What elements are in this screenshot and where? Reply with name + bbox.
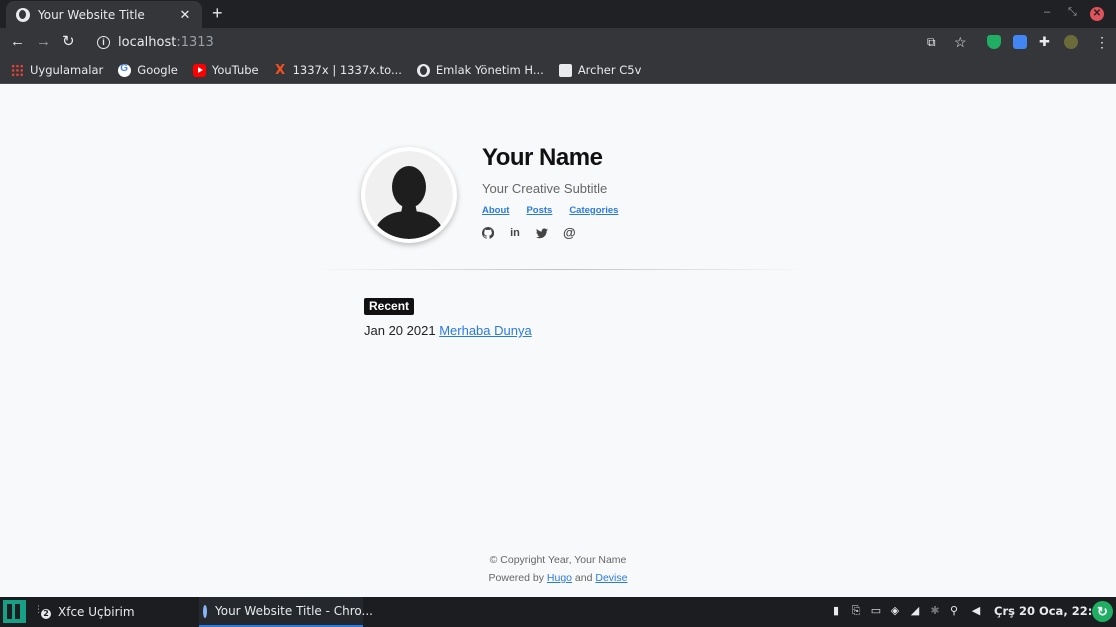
footer-and: and (574, 572, 593, 584)
terminal-icon: ⋮ 2 (34, 605, 51, 619)
nav-about-link[interactable]: About (482, 205, 509, 216)
x-icon: X (275, 62, 286, 78)
network-icon[interactable]: ◢ (908, 604, 922, 618)
recent-heading: Recent (364, 298, 415, 315)
tab-title: Your Website Title (38, 7, 145, 22)
globe-icon (16, 7, 30, 22)
google-translate-extension-icon[interactable] (1013, 35, 1027, 49)
post-date: Jan 20 2021 (364, 323, 436, 338)
globe-icon (416, 63, 430, 77)
nav-posts-link[interactable]: Posts (526, 205, 552, 216)
bookmarks-bar: Uygulamalar Google YouTube X 1337x | 133… (0, 57, 1116, 84)
restore-icon[interactable]: ⤡ (1068, 6, 1077, 19)
site-nav: About Posts Categories (482, 205, 635, 216)
session-power-icon[interactable]: ↻ (1092, 601, 1113, 622)
browser-toolbar: ← → ↻ i localhost:1313 ⧉ ☆ ✚ ⋮ (0, 28, 1116, 57)
bookmark-youtube[interactable]: YouTube (192, 63, 259, 77)
task-browser[interactable]: Your Website Title - Chro... (199, 597, 373, 627)
browser-tab[interactable]: Your Website Title ✕ (6, 1, 202, 28)
bookmark-google[interactable]: Google (118, 63, 178, 77)
url-port: :1313 (176, 35, 214, 50)
browser-tab-bar: Your Website Title ✕ + – ⤡ ✕ (0, 0, 1116, 28)
taskbar: ⋮ 2 Xfce Uçbirim Your Website Title - Chr… (0, 597, 1116, 627)
linkedin-icon[interactable]: in (509, 227, 521, 239)
bookmark-label: Emlak Yönetim H... (435, 63, 544, 77)
bookmark-label: YouTube (211, 63, 259, 77)
twitter-icon[interactable] (536, 227, 548, 239)
shield-tray-icon[interactable]: ◈ (888, 604, 902, 618)
tab-close-icon[interactable]: ✕ (178, 7, 192, 23)
apps-grid-icon (11, 63, 24, 77)
footer-copyright: © Copyright Year, Your Name (489, 554, 627, 566)
bookmark-emlak[interactable]: Emlak Yönetim H... (416, 63, 544, 77)
minimize-icon[interactable]: – (1044, 6, 1050, 18)
task-browser-label: Your Website Title - Chro... (215, 604, 373, 618)
terminal-count-badge: 2 (41, 609, 51, 619)
email-icon[interactable]: @ (563, 226, 576, 239)
web-page: Your Name Your Creative Subtitle About P… (0, 85, 1116, 597)
url-host: localhost (118, 35, 177, 50)
clipboard-icon[interactable]: ⎘ (849, 604, 863, 618)
task-terminal[interactable]: ⋮ 2 Xfce Uçbirim (34, 597, 184, 627)
task-terminal-label: Xfce Uçbirim (58, 605, 135, 619)
address-bar[interactable]: i localhost:1313 (88, 31, 913, 54)
translate-icon[interactable]: ⧉ (927, 33, 936, 51)
bookmark-1337x[interactable]: X 1337x | 1337x.to... (274, 63, 402, 77)
bookmark-archer[interactable]: Archer C5v (558, 63, 642, 77)
whisker-menu-button[interactable] (3, 600, 26, 623)
display-icon[interactable]: ▭ (869, 604, 883, 618)
location-icon[interactable]: ⚲ (947, 604, 961, 618)
post-title-link[interactable]: Merhaba Dunya (439, 323, 532, 338)
header-divider (310, 269, 810, 270)
volume-icon[interactable]: ◀ (969, 604, 983, 618)
window-close-icon[interactable]: ✕ (1090, 7, 1104, 21)
social-links: in @ (482, 226, 590, 239)
person-silhouette-icon (373, 166, 445, 239)
bookmark-label: Archer C5v (577, 63, 642, 77)
footer-powered-by: Powered by Hugo and Devise (0, 572, 1116, 584)
github-icon[interactable] (482, 227, 494, 239)
forward-arrow-icon[interactable]: → (36, 33, 51, 51)
hugo-link[interactable]: Hugo (547, 572, 572, 584)
devise-link[interactable]: Devise (595, 572, 627, 584)
reload-icon[interactable]: ↻ (62, 33, 75, 51)
chrome-menu-icon[interactable]: ⋮ (1095, 33, 1109, 51)
info-icon[interactable]: i (97, 36, 110, 49)
archer-icon (558, 63, 572, 77)
site-subtitle: Your Creative Subtitle (482, 181, 608, 196)
site-name: Your Name (482, 144, 603, 171)
google-icon (118, 63, 132, 77)
bookmark-label: Uygulamalar (30, 63, 104, 77)
youtube-icon (192, 63, 206, 77)
chrome-icon (203, 604, 207, 618)
nav-categories-link[interactable]: Categories (569, 205, 618, 216)
bookmark-label: Google (137, 63, 178, 77)
bookmark-label: 1337x | 1337x.to... (292, 63, 402, 77)
power-manager-icon[interactable]: ▮ (829, 604, 843, 618)
powered-prefix: Powered by (488, 572, 544, 584)
bookmark-apps[interactable]: Uygulamalar (11, 63, 103, 77)
post-list-item: Jan 20 2021 Merhaba Dunya (364, 323, 532, 338)
avatar (361, 147, 457, 243)
bookmark-star-icon[interactable]: ☆ (954, 33, 967, 51)
bluetooth-icon[interactable]: ✱ (928, 604, 942, 618)
extensions-puzzle-icon[interactable]: ✚ (1039, 33, 1050, 51)
back-arrow-icon[interactable]: ← (10, 33, 25, 51)
new-tab-button[interactable]: + (212, 4, 223, 22)
profile-avatar[interactable] (1064, 35, 1078, 49)
shield-extension-icon[interactable] (987, 35, 1001, 49)
